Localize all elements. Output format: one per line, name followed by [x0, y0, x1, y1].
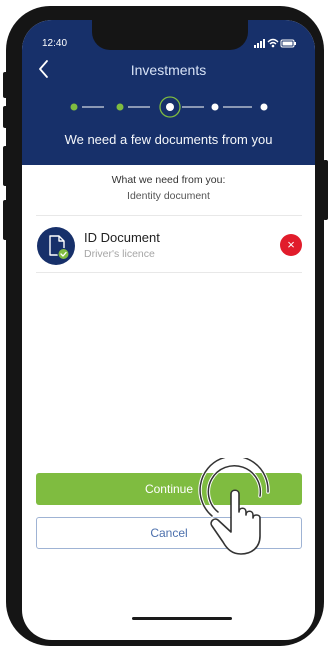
status-icons	[254, 38, 296, 48]
volume-down-button	[3, 200, 8, 240]
progress-stepper	[70, 96, 268, 118]
side-button	[3, 106, 8, 128]
step-4	[211, 103, 219, 111]
remove-document-button[interactable]: ×	[280, 234, 302, 256]
step-5	[260, 103, 268, 111]
page-title: Investments	[130, 62, 207, 78]
document-subtitle: Driver's licence	[84, 248, 155, 260]
signal-icon	[254, 39, 265, 48]
step-2-complete	[116, 103, 124, 111]
close-icon: ×	[287, 237, 295, 252]
step-1-complete	[70, 103, 78, 111]
power-button	[323, 160, 328, 220]
document-title: ID Document	[84, 230, 160, 245]
home-indicator	[132, 617, 232, 620]
phone-screen: 12:40 Investments We need a few document…	[22, 20, 315, 640]
requirements-value: Identity document	[127, 190, 210, 202]
document-check-icon	[37, 227, 75, 265]
status-time: 12:40	[42, 38, 68, 49]
phone-notch	[92, 20, 248, 50]
side-button	[3, 72, 8, 98]
divider	[36, 215, 302, 216]
divider	[36, 272, 302, 273]
volume-up-button	[3, 146, 8, 186]
step-3-current	[166, 103, 174, 111]
header-subtitle: We need a few documents from you	[64, 132, 273, 147]
battery-icon	[280, 39, 296, 48]
requirements-label: What we need from you:	[111, 174, 226, 186]
wifi-icon	[267, 38, 279, 48]
tap-gesture-icon	[198, 458, 270, 555]
